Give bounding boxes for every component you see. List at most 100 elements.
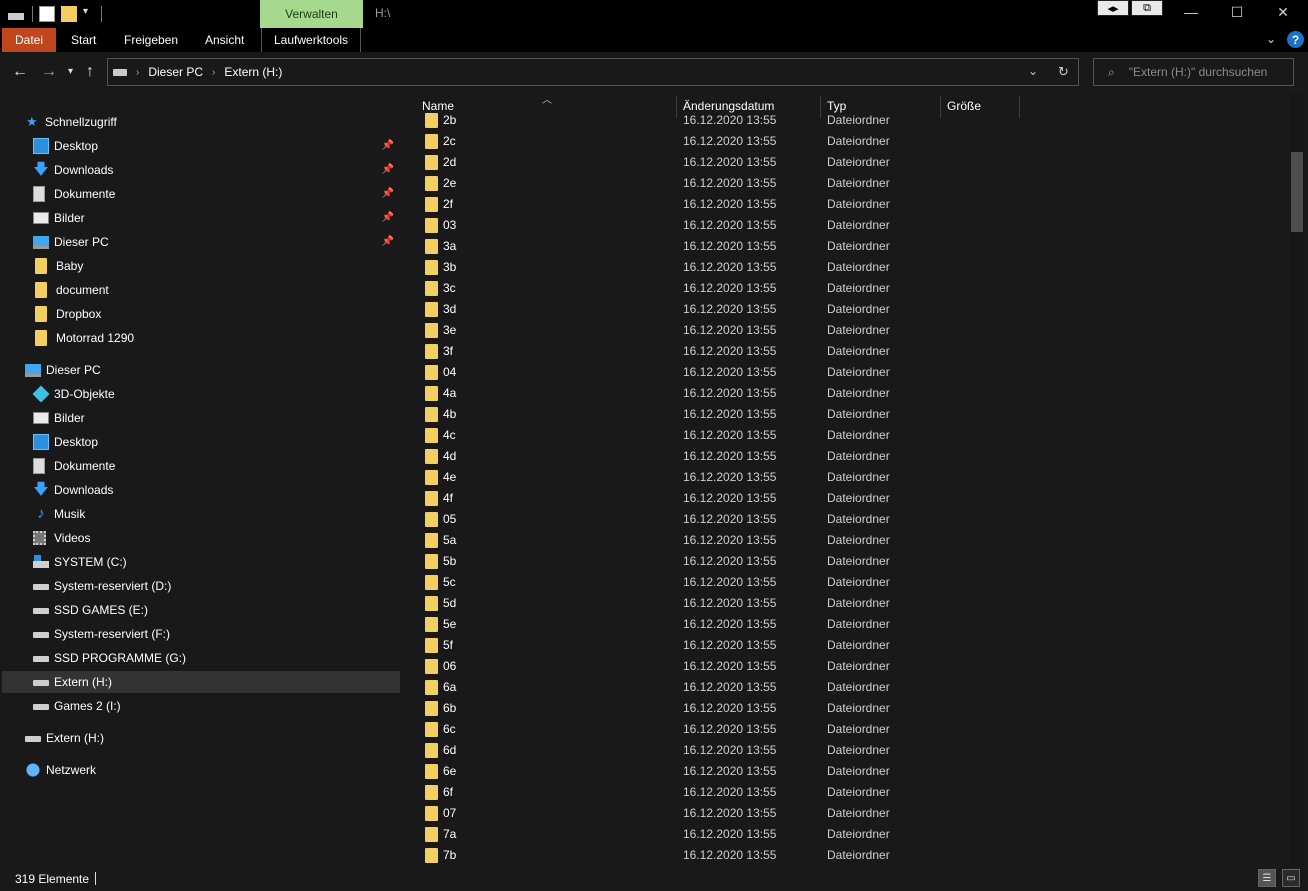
new-folder-icon[interactable] bbox=[61, 6, 77, 22]
table-row[interactable]: 7b 16.12.2020 13:55 Dateiordner bbox=[406, 845, 1290, 866]
maximize-button[interactable]: ☐ bbox=[1214, 0, 1260, 24]
table-row[interactable]: 2f 16.12.2020 13:55 Dateiordner bbox=[406, 194, 1290, 215]
nav-pc-ssd-programme-g[interactable]: SSD PROGRAMME (G:) bbox=[2, 647, 400, 669]
pin-icon[interactable]: 📌 bbox=[382, 212, 394, 223]
pin-icon[interactable]: 📌 bbox=[382, 164, 394, 175]
minimize-button[interactable]: — bbox=[1168, 0, 1214, 24]
drive-icon[interactable] bbox=[8, 13, 24, 20]
nav-qa-dokumente[interactable]: Dokumente 📌 bbox=[2, 183, 400, 205]
table-row[interactable]: 5a 16.12.2020 13:55 Dateiordner bbox=[406, 530, 1290, 551]
table-row[interactable]: 2b 16.12.2020 13:55 Dateiordner bbox=[406, 110, 1290, 131]
nav-pc-musik[interactable]: ♪ Musik bbox=[2, 503, 400, 525]
table-row[interactable]: 5d 16.12.2020 13:55 Dateiordner bbox=[406, 593, 1290, 614]
table-row[interactable]: 6e 16.12.2020 13:55 Dateiordner bbox=[406, 761, 1290, 782]
table-row[interactable]: 03 16.12.2020 13:55 Dateiordner bbox=[406, 215, 1290, 236]
table-row[interactable]: 5c 16.12.2020 13:55 Dateiordner bbox=[406, 572, 1290, 593]
forward-arrow-icon[interactable]: → bbox=[41, 63, 57, 81]
nav-netzwerk[interactable]: Netzwerk bbox=[2, 759, 400, 781]
pin-icon[interactable]: 📌 bbox=[382, 236, 394, 247]
pin-icon[interactable]: 📌 bbox=[382, 188, 394, 199]
nav-pc-ssd-games-e[interactable]: SSD GAMES (E:) bbox=[2, 599, 400, 621]
nav-pc-system-d[interactable]: System-reserviert (D:) bbox=[2, 575, 400, 597]
table-row[interactable]: 7a 16.12.2020 13:55 Dateiordner bbox=[406, 824, 1290, 845]
table-row[interactable]: 3c 16.12.2020 13:55 Dateiordner bbox=[406, 278, 1290, 299]
nav-pc-videos[interactable]: Videos bbox=[2, 527, 400, 549]
table-row[interactable]: 4f 16.12.2020 13:55 Dateiordner bbox=[406, 488, 1290, 509]
customize-dropdown-icon[interactable]: ▾ bbox=[83, 6, 93, 22]
tab-verwalten[interactable]: Verwalten bbox=[260, 0, 363, 28]
table-row[interactable]: 3a 16.12.2020 13:55 Dateiordner bbox=[406, 236, 1290, 257]
nav-qa-motorrad[interactable]: Motorrad 1290 bbox=[2, 327, 400, 349]
recent-locations-icon[interactable]: ▾ bbox=[68, 66, 73, 77]
address-history-dropdown-icon[interactable]: ⌄ bbox=[1028, 64, 1038, 78]
table-row[interactable]: 6f 16.12.2020 13:55 Dateiordner bbox=[406, 782, 1290, 803]
table-row[interactable]: 04 16.12.2020 13:55 Dateiordner bbox=[406, 362, 1290, 383]
nav-dieser-pc[interactable]: Dieser PC bbox=[2, 359, 400, 381]
back-arrow-icon[interactable]: ← bbox=[12, 63, 28, 81]
table-row[interactable]: 05 16.12.2020 13:55 Dateiordner bbox=[406, 509, 1290, 530]
table-row[interactable]: 4d 16.12.2020 13:55 Dateiordner bbox=[406, 446, 1290, 467]
table-row[interactable]: 06 16.12.2020 13:55 Dateiordner bbox=[406, 656, 1290, 677]
up-arrow-icon[interactable]: ↑ bbox=[86, 63, 94, 81]
tab-ansicht[interactable]: Ansicht bbox=[193, 28, 256, 52]
nav-extern-h[interactable]: Extern (H:) bbox=[2, 727, 400, 749]
snap-layout-icon[interactable]: ⧉ bbox=[1131, 0, 1163, 16]
table-row[interactable]: 3d 16.12.2020 13:55 Dateiordner bbox=[406, 299, 1290, 320]
nav-pc-games2-i[interactable]: Games 2 (I:) bbox=[2, 695, 400, 717]
help-button[interactable]: ? bbox=[1287, 31, 1304, 48]
nav-pc-desktop[interactable]: Desktop bbox=[2, 431, 400, 453]
breadcrumb-separator-icon[interactable]: › bbox=[212, 67, 215, 78]
nav-qa-document[interactable]: document bbox=[2, 279, 400, 301]
nav-pc-dokumente[interactable]: Dokumente bbox=[2, 455, 400, 477]
table-row[interactable]: 4e 16.12.2020 13:55 Dateiordner bbox=[406, 467, 1290, 488]
table-row[interactable]: 4c 16.12.2020 13:55 Dateiordner bbox=[406, 425, 1290, 446]
table-row[interactable]: 5f 16.12.2020 13:55 Dateiordner bbox=[406, 635, 1290, 656]
table-row[interactable]: 5b 16.12.2020 13:55 Dateiordner bbox=[406, 551, 1290, 572]
nav-pc-downloads[interactable]: 🡇 Downloads bbox=[2, 479, 400, 501]
nav-pc-system-c[interactable]: SYSTEM (C:) bbox=[2, 551, 400, 573]
table-row[interactable]: 2e 16.12.2020 13:55 Dateiordner bbox=[406, 173, 1290, 194]
scrollbar-thumb[interactable] bbox=[1291, 152, 1303, 232]
refresh-icon[interactable]: ↻ bbox=[1058, 64, 1069, 80]
resize-icon[interactable]: ◂▸ bbox=[1097, 0, 1129, 16]
nav-qa-baby[interactable]: Baby bbox=[2, 255, 400, 277]
table-row[interactable]: 3e 16.12.2020 13:55 Dateiordner bbox=[406, 320, 1290, 341]
nav-qa-downloads[interactable]: 🡇 Downloads 📌 bbox=[2, 159, 400, 181]
table-row[interactable]: 2c 16.12.2020 13:55 Dateiordner bbox=[406, 131, 1290, 152]
tab-freigeben[interactable]: Freigeben bbox=[112, 28, 190, 52]
tab-laufwerktools[interactable]: Laufwerktools bbox=[261, 28, 362, 52]
table-row[interactable]: 3f 16.12.2020 13:55 Dateiordner bbox=[406, 341, 1290, 362]
nav-qa-dieser-pc[interactable]: Dieser PC 📌 bbox=[2, 231, 400, 253]
breadcrumb-extern-h[interactable]: Extern (H:) bbox=[224, 65, 282, 79]
search-input[interactable]: ⌕ "Extern (H:)" durchsuchen bbox=[1093, 58, 1294, 86]
nav-pc-bilder[interactable]: Bilder bbox=[2, 407, 400, 429]
table-row[interactable]: 6b 16.12.2020 13:55 Dateiordner bbox=[406, 698, 1290, 719]
nav-qa-bilder[interactable]: Bilder 📌 bbox=[2, 207, 400, 229]
nav-schnellzugriff[interactable]: ★ Schnellzugriff bbox=[2, 111, 400, 133]
tab-start[interactable]: Start bbox=[59, 28, 108, 52]
nav-qa-desktop[interactable]: Desktop 📌 bbox=[2, 135, 400, 157]
large-icons-view-icon[interactable]: ▭ bbox=[1282, 869, 1300, 887]
nav-pc-extern-h[interactable]: Extern (H:) bbox=[2, 671, 400, 693]
table-row[interactable]: 6c 16.12.2020 13:55 Dateiordner bbox=[406, 719, 1290, 740]
address-bar[interactable]: › Dieser PC › Extern (H:) ⌄ ↻ bbox=[107, 58, 1079, 86]
table-row[interactable]: 2d 16.12.2020 13:55 Dateiordner bbox=[406, 152, 1290, 173]
table-row[interactable]: 07 16.12.2020 13:55 Dateiordner bbox=[406, 803, 1290, 824]
table-row[interactable]: 5e 16.12.2020 13:55 Dateiordner bbox=[406, 614, 1290, 635]
properties-icon[interactable] bbox=[39, 6, 55, 22]
nav-qa-dropbox[interactable]: Dropbox bbox=[2, 303, 400, 325]
breadcrumb-separator-icon[interactable]: › bbox=[136, 67, 139, 78]
tab-datei[interactable]: Datei bbox=[2, 28, 56, 52]
nav-pc-system-f[interactable]: System-reserviert (F:) bbox=[2, 623, 400, 645]
pin-icon[interactable]: 📌 bbox=[382, 140, 394, 151]
expand-ribbon-icon[interactable]: ⌄ bbox=[1266, 32, 1276, 46]
close-button[interactable]: ✕ bbox=[1260, 0, 1306, 24]
table-row[interactable]: 4b 16.12.2020 13:55 Dateiordner bbox=[406, 404, 1290, 425]
details-view-icon[interactable]: ☰ bbox=[1258, 869, 1276, 887]
table-row[interactable]: 3b 16.12.2020 13:55 Dateiordner bbox=[406, 257, 1290, 278]
table-row[interactable]: 6d 16.12.2020 13:55 Dateiordner bbox=[406, 740, 1290, 761]
breadcrumb-dieser-pc[interactable]: Dieser PC bbox=[148, 65, 203, 79]
table-row[interactable]: 6a 16.12.2020 13:55 Dateiordner bbox=[406, 677, 1290, 698]
table-row[interactable]: 4a 16.12.2020 13:55 Dateiordner bbox=[406, 383, 1290, 404]
nav-pc-3d-objekte[interactable]: 3D-Objekte bbox=[2, 383, 400, 405]
